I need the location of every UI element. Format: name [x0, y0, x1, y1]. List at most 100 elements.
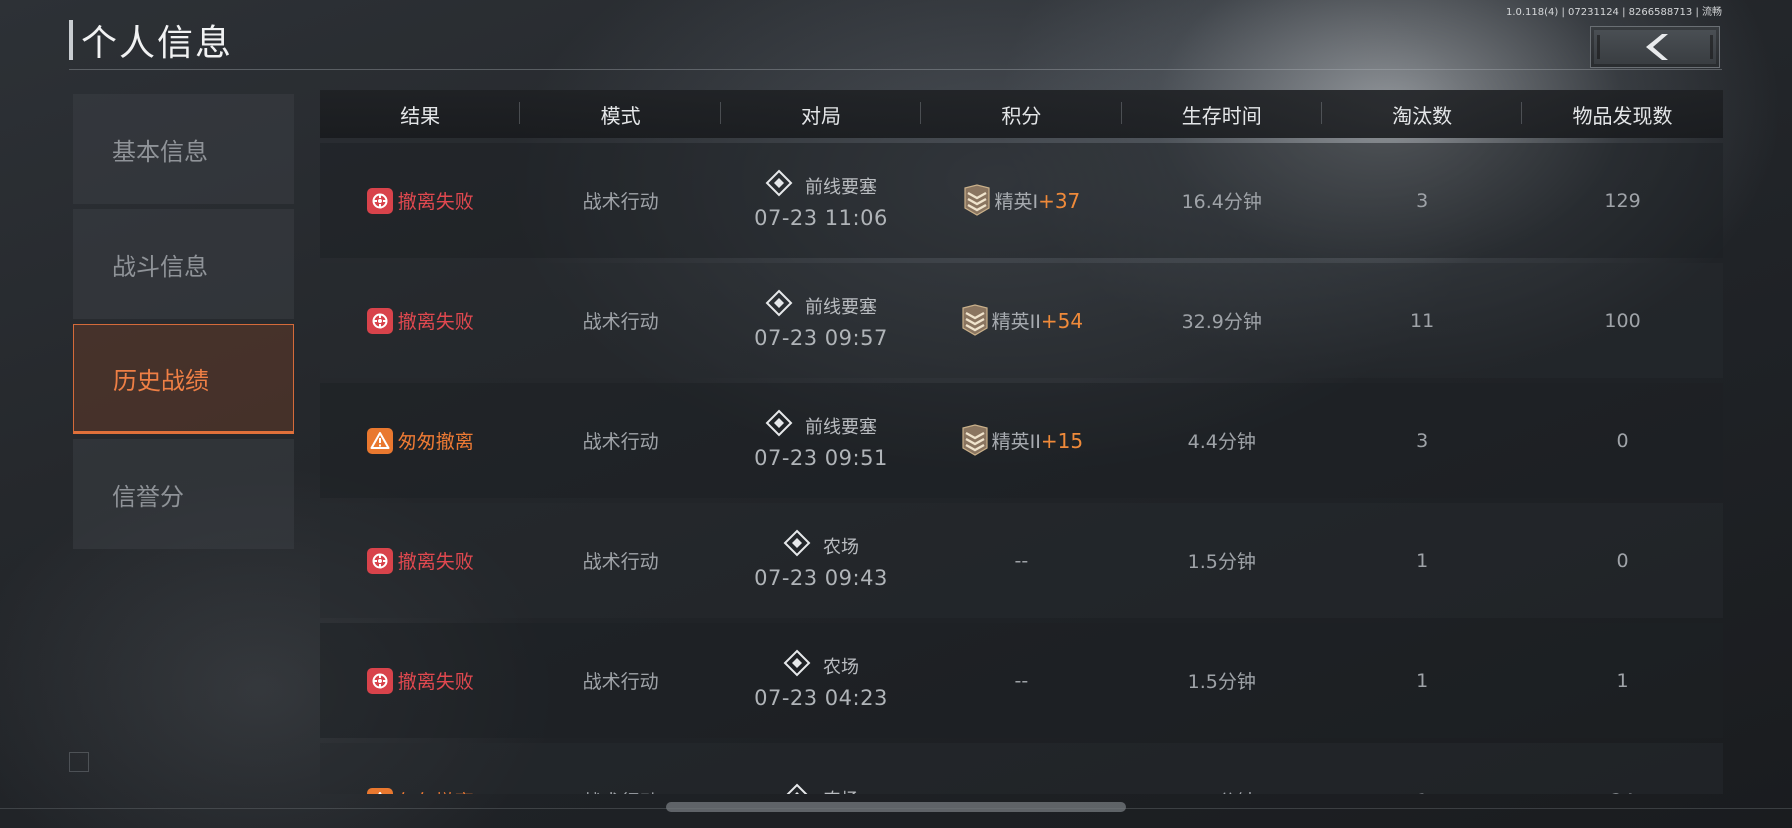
bottom-divider — [0, 808, 1792, 809]
sidebar-item-label: 基本信息 — [112, 137, 208, 166]
survival-time-cell: 1.5分钟 — [1187, 551, 1256, 573]
match-history-table: 结果 模式 对局 积分 生存时间 淘汰数 物品发现数 撤离失败 战术行动 前线要… — [320, 90, 1723, 794]
survival-time-cell: 5.9分钟 — [1122, 787, 1322, 794]
failed-extract-icon — [366, 547, 393, 574]
match-map: 前线要塞 — [721, 169, 921, 205]
header-survival-time: 生存时间 — [1122, 100, 1323, 129]
back-button[interactable] — [1590, 26, 1720, 68]
table-row[interactable]: 撤离失败 战术行动 前线要塞 07-23 11:06 精英I +37 16.4分… — [320, 143, 1723, 258]
score-column: 精英II +15 — [921, 423, 1121, 458]
header-match: 对局 — [721, 100, 922, 129]
faint-square-icon — [69, 752, 89, 772]
chevron-left-icon — [1646, 34, 1668, 60]
table-row[interactable]: 撤离失败 战术行动 农场 07-23 04:23 -- 1.5分钟 1 1 — [320, 623, 1723, 738]
items-found-cell: 0 — [1616, 429, 1629, 452]
result-label: 撤离失败 — [397, 311, 474, 333]
page-header: 个人信息 — [69, 18, 233, 64]
result-label: 撤离失败 — [397, 191, 474, 213]
mode-cell: 战术行动 — [582, 551, 659, 573]
header-result: 结果 — [320, 100, 521, 129]
table-body: 撤离失败 战术行动 前线要塞 07-23 11:06 精英I +37 16.4分… — [320, 143, 1723, 794]
map-name: 前线要塞 — [804, 176, 877, 198]
table-row[interactable]: 撤离失败 战术行动 前线要塞 07-23 09:57 精英II +54 32.9… — [320, 263, 1723, 378]
rank-name: 精英II — [991, 431, 1041, 453]
rank-chevron-icon — [962, 183, 992, 218]
build-info: 1.0.118(4) | 07231124 | 8266588713 | 流畅 — [1505, 7, 1722, 18]
match-cell: 前线要塞 07-23 09:57 — [721, 289, 921, 352]
score-column: 精英I +37 — [921, 183, 1121, 218]
result-label: 匆匆撤离 — [398, 787, 474, 794]
score-empty: -- — [1014, 669, 1029, 692]
header-mode: 模式 — [520, 100, 722, 129]
result-badge: 撤离失败 — [320, 307, 520, 334]
kills-cell: 3 — [1416, 429, 1429, 452]
result-badge: 撤离失败 — [320, 667, 520, 694]
warning-triangle-icon — [366, 427, 393, 454]
result-cell: 撤离失败 — [320, 547, 520, 574]
result-cell: 匆匆撤离 — [320, 787, 520, 794]
items-found-cell: 24 — [1522, 790, 1722, 795]
table-row[interactable]: 撤离失败 战术行动 农场 07-23 09:43 -- 1.5分钟 1 0 — [320, 503, 1723, 618]
kills-cell: 1 — [1322, 790, 1522, 795]
title-accent-bar — [69, 20, 73, 60]
result-cell: 撤离失败 — [320, 307, 520, 334]
score-cell: 精英II +54 — [921, 303, 1121, 338]
result-cell: 匆匆撤离 — [320, 427, 520, 454]
header-kills: 淘汰数 — [1322, 100, 1523, 129]
items-found-cell: 129 — [1604, 189, 1641, 212]
failed-extract-icon — [366, 187, 393, 214]
table-row[interactable]: 匆匆撤离 战术行动 前线要塞 07-23 09:51 精英II +15 4.4分… — [320, 383, 1723, 498]
items-found-cell: 1 — [1616, 669, 1629, 692]
result-cell: 撤离失败 — [320, 187, 520, 214]
sidebar-item-match-history[interactable]: 历史战绩 — [73, 324, 294, 434]
score-empty: -- — [1014, 549, 1029, 572]
result-badge: 撤离失败 — [320, 187, 520, 214]
horizontal-scrollbar[interactable] — [666, 802, 1126, 812]
result-badge: 匆匆撤离 — [320, 787, 520, 794]
rank-chevron-icon — [960, 423, 990, 458]
match-map: 前线要塞 — [721, 289, 921, 325]
sidebar-item-label: 信誉分 — [112, 482, 184, 511]
sidebar-item-battle-info[interactable]: 战斗信息 — [73, 209, 294, 319]
score-empty: -- — [1015, 790, 1029, 795]
survival-time-cell: 1.5分钟 — [1187, 671, 1256, 693]
diamond-map-icon — [765, 289, 793, 325]
rank-chevron-icon — [960, 303, 990, 338]
header-items-found: 物品发现数 — [1572, 103, 1673, 128]
score-cell: 精英II +15 — [921, 423, 1121, 458]
failed-extract-icon — [366, 667, 393, 694]
match-cell: 农场 07-23 04:23 — [721, 649, 921, 712]
table-row[interactable]: 匆匆撤离 战术行动 农场 -- 5.9分钟 1 24 — [320, 743, 1723, 794]
score-delta: +54 — [1040, 308, 1084, 333]
map-name: 农场 — [822, 656, 859, 678]
sidebar: 基本信息 战斗信息 历史战绩 信誉分 — [73, 94, 294, 554]
match-time: 07-23 09:57 — [754, 326, 888, 350]
mode-cell: 战术行动 — [582, 311, 659, 333]
mode-cell: 战术行动 — [582, 671, 659, 693]
sidebar-item-credit-score[interactable]: 信誉分 — [73, 439, 294, 549]
sidebar-item-label: 历史战绩 — [113, 366, 209, 395]
diamond-map-icon — [765, 409, 793, 445]
kills-cell: 1 — [1416, 669, 1429, 692]
match-cell: 前线要塞 07-23 11:06 — [721, 169, 921, 232]
match-cell: 农场 — [721, 783, 921, 794]
mode-cell: 战术行动 — [582, 431, 659, 453]
diamond-map-icon — [783, 529, 811, 565]
sidebar-item-label: 战斗信息 — [112, 252, 208, 281]
survival-time-cell: 4.4分钟 — [1187, 431, 1256, 453]
match-time: 07-23 04:23 — [754, 686, 888, 710]
score-delta: +37 — [1038, 188, 1081, 213]
header-score: 积分 — [921, 100, 1122, 129]
result-label: 匆匆撤离 — [397, 431, 474, 453]
match-map: 前线要塞 — [721, 409, 921, 445]
map-name: 农场 — [823, 787, 859, 794]
match-map: 农场 — [721, 529, 921, 565]
map-name: 前线要塞 — [804, 296, 877, 318]
result-cell: 撤离失败 — [320, 667, 520, 694]
sidebar-item-basic-info[interactable]: 基本信息 — [73, 94, 294, 204]
diamond-map-icon — [783, 783, 811, 794]
page-title: 个人信息 — [81, 23, 234, 64]
match-map: 农场 — [721, 783, 921, 794]
rank-name: 精英II — [991, 311, 1041, 333]
header-divider — [69, 69, 1722, 70]
